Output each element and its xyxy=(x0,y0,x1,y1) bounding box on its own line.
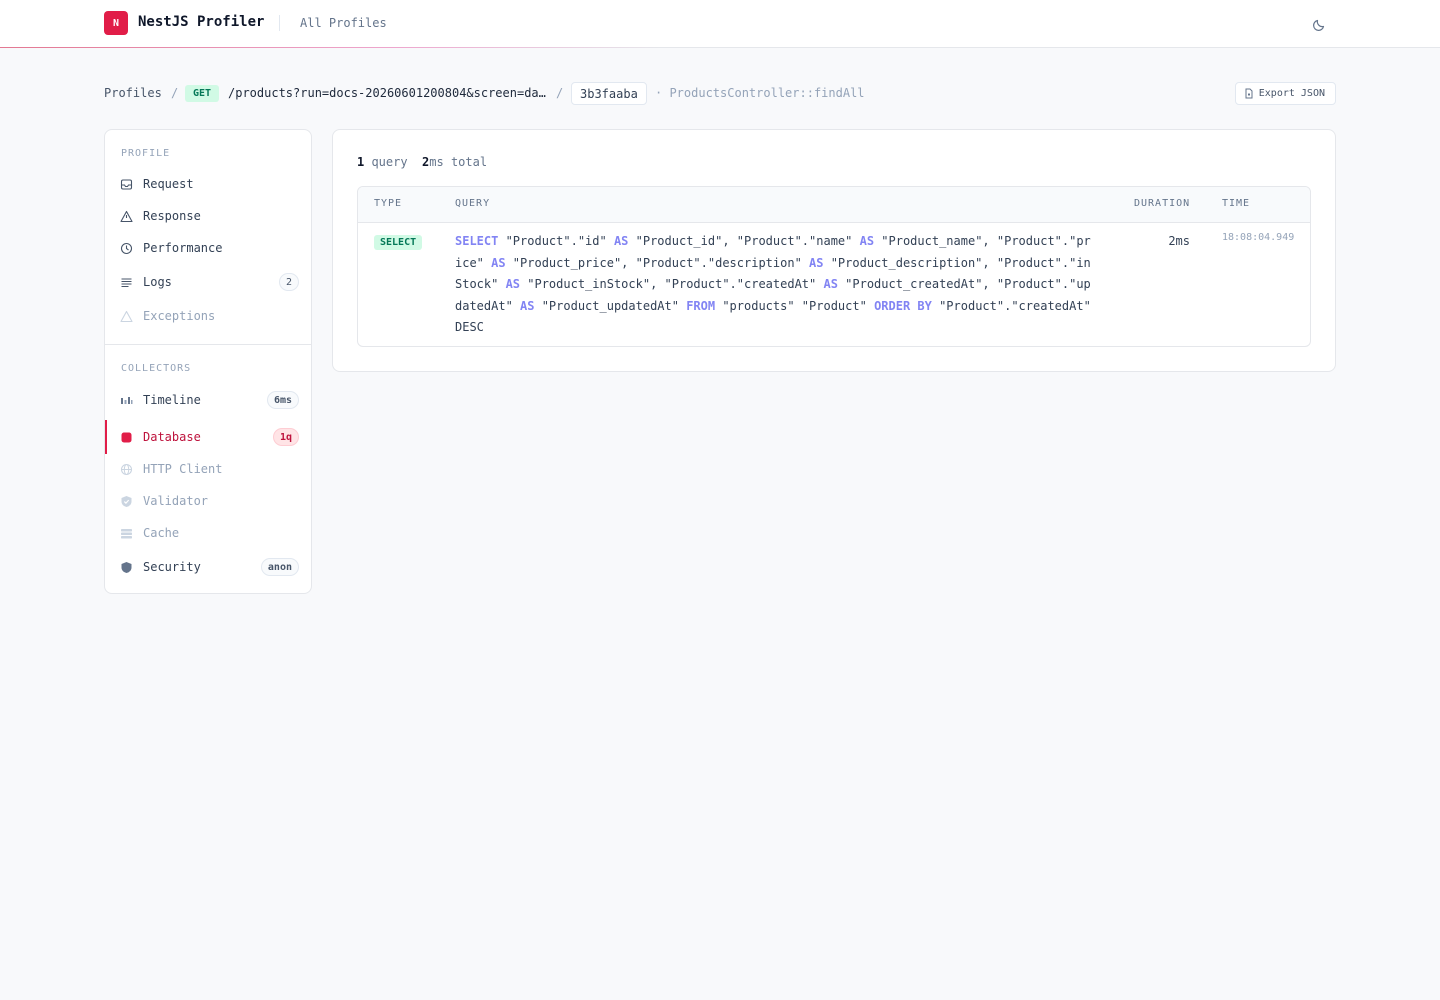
section-title-profile: PROFILE xyxy=(121,148,171,159)
breadcrumb-separator: / xyxy=(171,86,179,100)
http-method-badge: GET xyxy=(185,85,220,102)
database-query-badge: 1q xyxy=(272,428,299,446)
query-summary: 1 query 2ms total xyxy=(357,155,487,169)
bar-chart-icon xyxy=(121,396,133,404)
triangle-icon xyxy=(120,210,133,222)
sidebar-item-label: Security xyxy=(143,560,201,574)
export-json-label: Export JSON xyxy=(1258,88,1325,99)
sidebar-item-label: Request xyxy=(143,177,194,191)
sidebar-item-label: Cache xyxy=(143,526,180,540)
sidebar-item-validator[interactable]: Validator xyxy=(105,486,311,516)
all-profiles-link[interactable]: All Profiles xyxy=(300,16,387,30)
logs-count-badge: 2 xyxy=(278,273,299,291)
top-bar: N NestJS Profiler All Profiles xyxy=(0,0,1440,48)
controller-handler: · ProductsController::findAll xyxy=(655,86,865,100)
clock-icon xyxy=(120,242,133,254)
sidebar-item-http-client[interactable]: HTTP Client xyxy=(105,454,311,484)
topbar-divider xyxy=(279,15,280,31)
column-header-time: TIME xyxy=(1222,198,1251,209)
profile-token[interactable]: 3b3faaba xyxy=(571,82,647,105)
column-header-duration: DURATION xyxy=(1134,198,1191,209)
sidebar-item-exceptions[interactable]: Exceptions xyxy=(105,301,311,331)
table-header: TYPE QUERY DURATION TIME xyxy=(358,187,1310,223)
request-path: /products?run=docs-20260601200804&screen… xyxy=(228,86,546,100)
column-header-query: QUERY xyxy=(455,198,491,209)
shield-icon xyxy=(121,561,132,573)
list-icon xyxy=(121,277,132,287)
stack-icon xyxy=(121,528,132,538)
database-panel: 1 query 2ms total TYPE QUERY DURATION TI… xyxy=(332,129,1336,372)
query-type-badge: SELECT xyxy=(374,235,423,250)
sidebar-item-timeline[interactable]: Timeline 6ms xyxy=(105,385,311,415)
query-duration: 2ms xyxy=(1168,234,1190,248)
sidebar-item-cache[interactable]: Cache xyxy=(105,518,311,548)
sidebar-item-label: Validator xyxy=(143,494,209,508)
security-badge: anon xyxy=(260,558,299,576)
export-json-button[interactable]: Export JSON xyxy=(1234,82,1336,105)
moon-icon[interactable] xyxy=(1312,16,1328,32)
sidebar-item-label: Response xyxy=(143,209,201,223)
column-header-type: TYPE xyxy=(374,198,403,209)
sidebar-item-database[interactable]: Database 1q xyxy=(105,420,311,454)
sql-query[interactable]: SELECT "Product"."id" AS "Product_id", "… xyxy=(455,231,1095,339)
sidebar-item-label: Logs xyxy=(143,275,172,289)
sidebar-item-response[interactable]: Response xyxy=(105,201,311,231)
topbar-accent-line xyxy=(0,47,660,48)
globe-icon xyxy=(120,463,133,475)
section-title-collectors: COLLECTORS xyxy=(121,363,192,374)
active-indicator xyxy=(105,420,107,454)
database-icon xyxy=(121,432,132,442)
sidebar-item-label: Database xyxy=(143,430,201,444)
sidebar-item-label: Exceptions xyxy=(143,309,216,323)
sidebar-item-request[interactable]: Request xyxy=(105,169,311,199)
warning-icon xyxy=(120,310,133,322)
sidebar-item-label: Performance xyxy=(143,241,223,255)
sidebar-item-logs[interactable]: Logs 2 xyxy=(105,267,311,297)
shield-check-icon xyxy=(121,495,132,507)
sidebar-item-label: Timeline xyxy=(143,393,201,407)
inbox-icon xyxy=(120,178,133,190)
profile-sidebar: PROFILE Request Response Performance Log… xyxy=(104,129,312,594)
app-logo[interactable]: N xyxy=(104,11,128,35)
sidebar-item-security[interactable]: Security anon xyxy=(105,552,311,582)
total-duration-label: ms total xyxy=(429,155,488,169)
sidebar-item-label: HTTP Client xyxy=(143,462,223,476)
file-icon xyxy=(1245,88,1253,99)
sidebar-divider xyxy=(105,344,311,345)
timeline-badge: 6ms xyxy=(266,391,299,409)
app-title[interactable]: NestJS Profiler xyxy=(138,14,264,30)
breadcrumb-separator: / xyxy=(556,86,564,100)
breadcrumb: Profiles / GET /products?run=docs-202606… xyxy=(104,82,1336,106)
queries-table: TYPE QUERY DURATION TIME SELECT SELECT "… xyxy=(357,186,1311,347)
sidebar-item-performance[interactable]: Performance xyxy=(105,233,311,263)
query-time: 18:08:04.949 xyxy=(1222,232,1295,243)
query-count-label: query xyxy=(364,155,408,169)
breadcrumb-profiles-link[interactable]: Profiles xyxy=(104,86,162,100)
